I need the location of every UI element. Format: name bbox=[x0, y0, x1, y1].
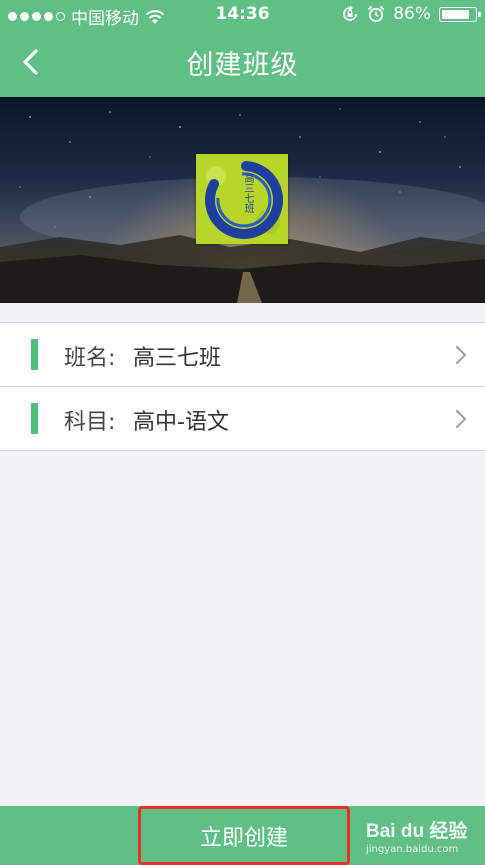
alarm-icon bbox=[367, 5, 385, 23]
subject-row[interactable]: 科目: 高中-语文 bbox=[0, 386, 485, 450]
status-right: 86% bbox=[341, 4, 481, 24]
battery-fill bbox=[442, 9, 469, 19]
baidu-jingyan-watermark: Bai du 经验 jingyan.baidu.com bbox=[366, 816, 467, 855]
battery-percent: 86% bbox=[393, 4, 431, 24]
page-title: 创建班级 bbox=[186, 50, 299, 81]
subject-label: 科目: bbox=[64, 410, 116, 435]
chevron-right-icon bbox=[456, 410, 467, 428]
watermark-site: jingyan.baidu.com bbox=[366, 844, 459, 855]
class-banner: 高三七班 bbox=[0, 97, 485, 303]
accent-bar bbox=[31, 403, 38, 434]
class-name-label: 班名: bbox=[64, 346, 116, 371]
nav-bar: 创建班级 bbox=[0, 30, 485, 97]
create-now-button[interactable]: 立即创建 bbox=[138, 806, 350, 865]
status-bar: 中国移动 14:36 86% bbox=[0, 0, 485, 30]
watermark-brand: Bai du 经验 bbox=[366, 821, 468, 842]
class-info-list: 班名: 高三七班 科目: 高中-语文 bbox=[0, 322, 485, 451]
class-name-value: 高三七班 bbox=[133, 346, 222, 371]
class-name-row[interactable]: 班名: 高三七班 bbox=[0, 323, 485, 386]
top-bar: 中国移动 14:36 86% 创建班级 bbox=[0, 0, 485, 97]
battery-icon bbox=[439, 6, 481, 22]
accent-bar bbox=[31, 339, 38, 370]
subject-value: 高中-语文 bbox=[133, 410, 229, 435]
bottom-action-bar: 立即创建 Bai du 经验 jingyan.baidu.com bbox=[0, 806, 485, 865]
class-cover-text: 高三七班 bbox=[242, 173, 253, 213]
rotation-lock-icon bbox=[343, 5, 358, 21]
chevron-right-icon bbox=[456, 346, 467, 364]
